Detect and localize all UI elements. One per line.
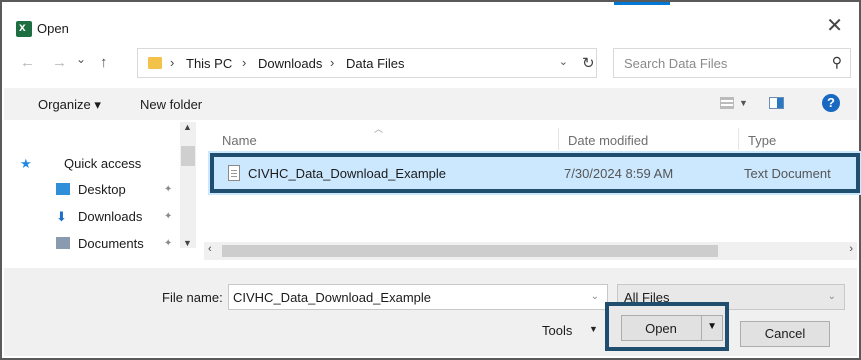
split-divider xyxy=(701,316,702,340)
sidebar-item-downloads[interactable]: Downloads xyxy=(78,209,142,224)
file-type: Text Document xyxy=(744,166,831,181)
excel-icon xyxy=(16,20,32,37)
chevron-down-icon[interactable]: ⌄ xyxy=(591,291,599,302)
search-icon: ⚲ xyxy=(831,54,842,70)
nav-scrollbar[interactable]: ▲ ▼ xyxy=(180,122,196,248)
forward-button[interactable]: → xyxy=(52,54,67,71)
open-button[interactable]: Open ▼ xyxy=(621,315,723,341)
file-name-label: File name: xyxy=(162,290,223,305)
scroll-thumb[interactable] xyxy=(222,245,718,257)
pin-icon: ✦ xyxy=(164,211,173,222)
documents-icon xyxy=(56,237,70,249)
column-header-date[interactable]: Date modified xyxy=(568,133,648,148)
sidebar-item-documents[interactable]: Documents xyxy=(78,236,144,251)
dialog-title: Open xyxy=(37,21,69,36)
breadcrumb-data-files[interactable]: Data Files xyxy=(346,56,405,71)
chevron-right-icon: › xyxy=(242,55,247,70)
cancel-button[interactable]: Cancel xyxy=(740,321,830,347)
chevron-right-icon: › xyxy=(330,55,335,70)
sort-caret-icon: ︿ xyxy=(374,124,384,134)
column-divider[interactable] xyxy=(738,128,739,150)
help-icon[interactable]: ? xyxy=(822,94,840,112)
scroll-thumb[interactable] xyxy=(181,146,195,166)
open-dialog: Open ✕ ← → ⌄ ↑ › This PC › Downloads › D… xyxy=(0,0,861,360)
command-bar: Organize ▾ New folder ▼ ? xyxy=(4,88,857,120)
chevron-down-icon[interactable]: ▼ xyxy=(739,98,748,108)
title-bar: Open ✕ xyxy=(4,4,857,44)
close-button[interactable]: ✕ xyxy=(826,16,843,36)
address-dropdown-button[interactable]: ⌄ xyxy=(559,55,568,68)
change-view-icon[interactable] xyxy=(720,97,734,109)
desktop-icon xyxy=(56,183,70,195)
up-button[interactable]: ↑ xyxy=(100,54,108,71)
file-name[interactable]: CIVHC_Data_Download_Example xyxy=(248,166,446,181)
open-button-highlight: Open ▼ xyxy=(605,302,729,351)
file-name-value: CIVHC_Data_Download_Example xyxy=(233,290,431,305)
breadcrumb-downloads[interactable]: Downloads xyxy=(258,56,322,71)
back-button[interactable]: ← xyxy=(20,54,35,71)
pin-icon: ✦ xyxy=(164,184,173,195)
refresh-button[interactable]: ↻ xyxy=(582,54,595,72)
scroll-left-icon[interactable]: ‹ xyxy=(208,243,212,255)
new-folder-button[interactable]: New folder xyxy=(140,97,202,112)
file-date: 7/30/2024 8:59 AM xyxy=(564,166,674,181)
organize-button[interactable]: Organize ▾ xyxy=(38,97,101,113)
navigation-pane: ★ Quick access Desktop ✦ ⬇ Downloads ✦ D… xyxy=(4,120,200,260)
file-list: ︿ Name Date modified Type CIVHC_Data_Dow… xyxy=(200,120,861,260)
dialog-footer: File name: CIVHC_Data_Download_Example ⌄… xyxy=(4,268,857,356)
text-file-icon xyxy=(228,165,240,181)
scroll-down-icon[interactable]: ▼ xyxy=(183,238,192,248)
open-button-label: Open xyxy=(645,321,677,336)
scroll-right-icon[interactable]: › xyxy=(849,243,853,255)
horizontal-scrollbar[interactable]: ‹ › xyxy=(204,242,857,260)
recent-locations-button[interactable]: ⌄ xyxy=(76,52,86,66)
chevron-down-icon[interactable]: ⌄ xyxy=(828,291,836,302)
column-header-type[interactable]: Type xyxy=(748,133,776,148)
pin-icon: ✦ xyxy=(164,238,173,249)
sidebar-item-desktop[interactable]: Desktop xyxy=(78,182,126,197)
address-bar[interactable]: › This PC › Downloads › Data Files ⌄ xyxy=(137,48,597,78)
preview-pane-icon[interactable] xyxy=(769,97,784,109)
column-divider[interactable] xyxy=(558,128,559,150)
chevron-right-icon: › xyxy=(170,55,175,70)
file-name-field[interactable]: CIVHC_Data_Download_Example ⌄ xyxy=(228,284,608,310)
sidebar-item-quick-access[interactable]: Quick access xyxy=(64,156,141,171)
address-row: ← → ⌄ ↑ › This PC › Downloads › Data Fil… xyxy=(4,48,857,78)
folder-icon xyxy=(148,57,162,69)
star-icon: ★ xyxy=(20,156,32,171)
tools-button[interactable]: Tools xyxy=(542,323,572,338)
download-icon: ⬇ xyxy=(56,209,67,224)
scroll-up-icon[interactable]: ▲ xyxy=(183,122,192,132)
caret-down-icon[interactable]: ▼ xyxy=(589,324,598,334)
search-placeholder: Search Data Files xyxy=(624,56,728,71)
open-dropdown-icon[interactable]: ▼ xyxy=(707,321,717,332)
table-row[interactable]: CIVHC_Data_Download_Example 7/30/2024 8:… xyxy=(208,151,861,195)
column-header-name[interactable]: Name xyxy=(222,133,257,148)
breadcrumb-this-pc[interactable]: This PC xyxy=(186,56,232,71)
search-input[interactable]: Search Data Files ⚲ xyxy=(613,48,851,78)
